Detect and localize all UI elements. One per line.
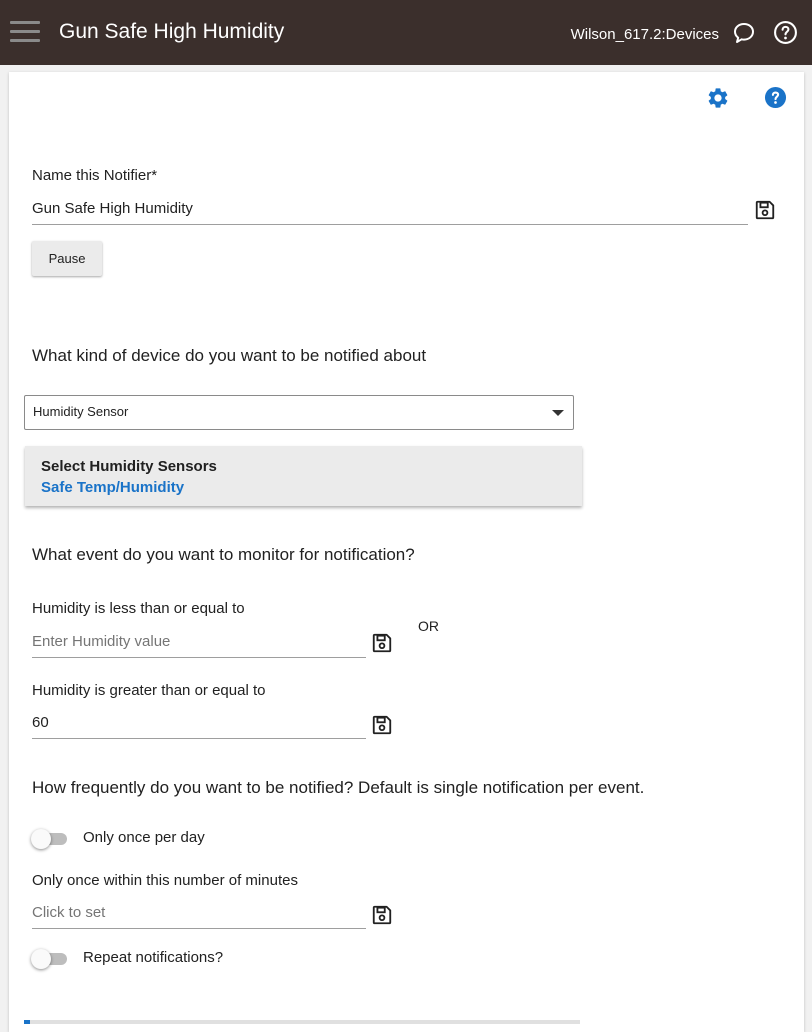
hub-devices-link[interactable]: Wilson_617.2:Devices xyxy=(571,26,719,43)
save-name-icon[interactable] xyxy=(754,199,776,221)
save-less-icon[interactable] xyxy=(371,632,393,654)
device-type-selected-value: Humidity Sensor xyxy=(33,404,129,419)
repeat-notifications-label: Repeat notifications? xyxy=(83,949,224,966)
save-greater-icon[interactable] xyxy=(371,714,393,736)
page-title: Gun Safe High Humidity xyxy=(59,20,285,43)
once-per-day-toggle[interactable] xyxy=(31,829,67,849)
top-app-bar: Gun Safe High Humidity Wilson_617.2:Devi… xyxy=(0,0,812,65)
once-per-day-label: Only once per day xyxy=(83,829,205,846)
help-circle-icon[interactable] xyxy=(764,86,787,109)
caret-down-icon xyxy=(552,410,564,416)
humidity-less-input[interactable] xyxy=(32,625,366,658)
question-circle-icon[interactable] xyxy=(773,20,798,45)
select-devices-title: Select Humidity Sensors xyxy=(41,458,217,475)
humidity-greater-input[interactable] xyxy=(32,706,366,739)
pause-button[interactable]: Pause xyxy=(32,241,102,276)
frequency-question: How frequently do you want to be notifie… xyxy=(32,778,645,797)
hamburger-menu-icon[interactable] xyxy=(10,21,40,45)
next-section-edge xyxy=(24,1020,580,1024)
event-question: What event do you want to monitor for no… xyxy=(32,545,415,564)
humidity-greater-label: Humidity is greater than or equal to xyxy=(32,682,266,699)
select-devices-panel[interactable]: Select Humidity Sensors Safe Temp/Humidi… xyxy=(25,446,582,506)
gear-icon[interactable] xyxy=(706,86,730,110)
minutes-label: Only once within this number of minutes xyxy=(32,872,298,889)
selected-device-value: Safe Temp/Humidity xyxy=(41,479,185,496)
notifier-name-input[interactable] xyxy=(32,192,748,225)
minutes-input[interactable] xyxy=(32,896,366,929)
save-minutes-icon[interactable] xyxy=(371,904,393,926)
device-type-question: What kind of device do you want to be no… xyxy=(32,346,427,365)
notifier-name-label: Name this Notifier* xyxy=(32,167,158,184)
chat-bubble-icon[interactable] xyxy=(732,21,756,45)
humidity-less-label: Humidity is less than or equal to xyxy=(32,600,245,617)
repeat-notifications-toggle[interactable] xyxy=(31,949,67,969)
device-type-select[interactable]: Humidity Sensor xyxy=(24,395,574,430)
or-separator: OR xyxy=(418,618,439,634)
